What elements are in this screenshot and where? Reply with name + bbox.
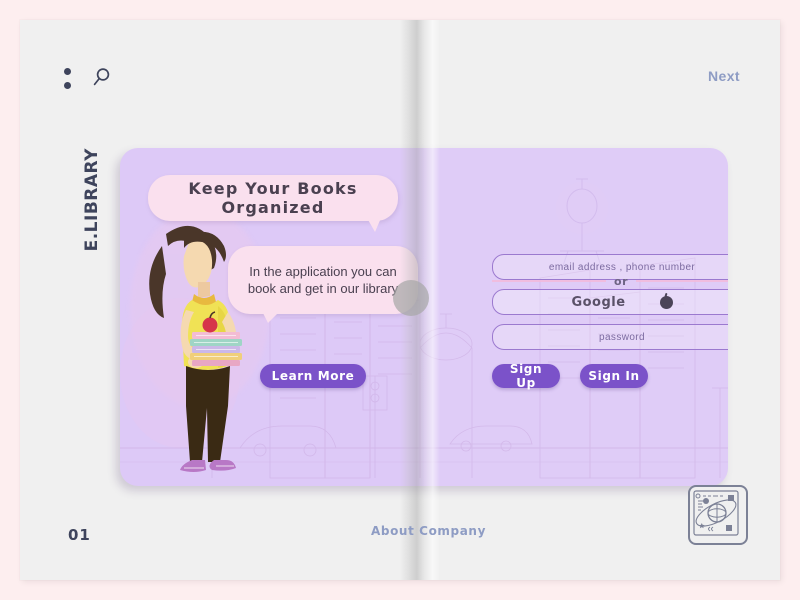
woman-carrying-books-illustration	[149, 225, 242, 472]
headline-bubble: Keep Your Books Organized	[148, 175, 398, 221]
globe-network-badge-icon[interactable]	[688, 485, 748, 545]
headline-text: Keep Your Books Organized	[188, 179, 358, 217]
top-bar: Next	[20, 20, 780, 100]
divider-rule-left	[492, 280, 607, 282]
menu-dot	[64, 68, 71, 75]
card-right-tint	[424, 148, 728, 486]
search-icon[interactable]	[90, 66, 114, 90]
sign-up-button[interactable]: Sign Up	[492, 362, 560, 390]
google-signin-button[interactable]: Google	[492, 289, 728, 315]
page-number: 01	[68, 526, 91, 544]
password-input[interactable]: password	[492, 324, 728, 350]
or-label: or	[614, 274, 628, 288]
fold-knob	[393, 280, 429, 316]
body-text: In the application you can book and get …	[247, 264, 399, 296]
next-link[interactable]: Next	[708, 68, 740, 84]
content-card: Keep Your Books Organized In the applica…	[120, 148, 728, 486]
or-divider: or	[492, 274, 728, 288]
brand-vertical-label: E.LIBRARY	[82, 148, 102, 252]
google-mark-icon	[659, 295, 673, 309]
learn-more-button[interactable]: Learn More	[260, 364, 366, 388]
book-spread: Next E.LIBRARY Keep Your Books Organized…	[20, 20, 780, 580]
menu-dot	[64, 82, 71, 89]
google-label: Google	[571, 294, 626, 310]
about-company-link[interactable]: About Company	[371, 524, 486, 538]
body-bubble: In the application you can book and get …	[228, 246, 418, 323]
sign-in-button[interactable]: Sign In	[580, 364, 648, 388]
menu-dots-icon[interactable]	[64, 68, 72, 90]
divider-rule-right	[636, 280, 728, 282]
